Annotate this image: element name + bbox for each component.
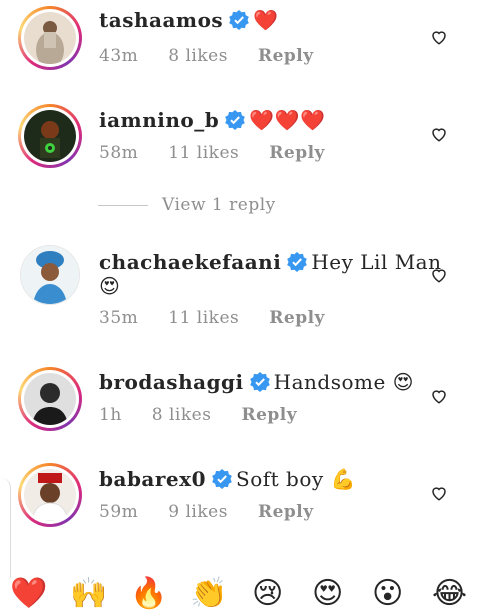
avatar-image [24,469,76,521]
comment-time: 1h [99,405,122,425]
heart-outline-icon[interactable] [430,125,448,143]
verified-badge-icon [287,252,308,272]
comment-likes[interactable]: 8 likes [152,405,212,425]
heart-outline-icon[interactable] [430,266,448,284]
comment-time: 58m [99,143,139,163]
comment-emoji: ❤️ [253,8,279,32]
avatar[interactable] [20,245,80,305]
input-edge [0,478,11,578]
heart-outline-icon[interactable] [430,484,448,502]
heart-outline-icon[interactable] [430,387,448,405]
avatar[interactable] [18,6,82,70]
comment-likes[interactable]: 11 likes [168,143,239,163]
comment-likes[interactable]: 8 likes [168,46,228,66]
verified-badge-icon [249,372,270,392]
comment-text: Soft boy [236,467,324,491]
comment-time: 59m [99,502,139,522]
avatar-image [24,110,76,162]
reply-button[interactable]: Reply [269,143,325,163]
reaction-clap[interactable]: 👏 [190,577,227,610]
avatar-image [24,12,76,64]
reply-button[interactable]: Reply [241,405,297,425]
verified-badge-icon [212,469,232,489]
reaction-surprised[interactable]: 😮 [372,577,403,610]
comment-likes[interactable]: 9 likes [168,502,228,522]
quick-reaction-bar: ❤️ 🙌 🔥 👏 😢 😍 😮 😂 [0,575,480,610]
reaction-crying[interactable]: 😢 [252,577,283,610]
view-replies-label[interactable]: View 1 reply [162,195,276,215]
username[interactable]: iamnino_b [99,108,219,132]
comment-emoji: 😍 [392,370,415,394]
verified-badge-icon [229,10,249,30]
comment-time: 35m [99,308,139,328]
heart-outline-icon[interactable] [430,28,448,46]
reaction-fire[interactable]: 🔥 [130,577,167,610]
reaction-heart[interactable]: ❤️ [10,577,47,610]
reply-button[interactable]: Reply [258,502,314,522]
reaction-heart-eyes[interactable]: 😍 [312,577,343,610]
reaction-raised-hands[interactable]: 🙌 [70,577,107,610]
comment-emoji: 💪 [330,467,356,491]
username[interactable]: chachaekefaani [99,250,281,274]
avatar[interactable] [18,367,82,431]
avatar-image [24,373,76,425]
avatar[interactable] [18,104,82,168]
avatar-image [21,246,79,304]
username[interactable]: brodashaggi [99,370,244,394]
comment-emoji: 😍 [99,274,121,298]
comment-time: 43m [99,46,139,66]
username[interactable]: babarex0 [99,467,206,491]
verified-badge-icon [225,110,246,130]
reply-button[interactable]: Reply [269,308,325,328]
divider [98,205,148,206]
reply-button[interactable]: Reply [258,46,314,66]
reaction-laughing[interactable]: 😂 [432,577,467,610]
comment-text: Handsome [273,370,386,394]
username[interactable]: tashaamos [99,8,223,32]
comment-text: Hey Lil Man [311,250,442,274]
comment-emoji: ❤️❤️❤️ [249,108,326,132]
comment-likes[interactable]: 11 likes [168,308,239,328]
avatar[interactable] [18,463,82,527]
